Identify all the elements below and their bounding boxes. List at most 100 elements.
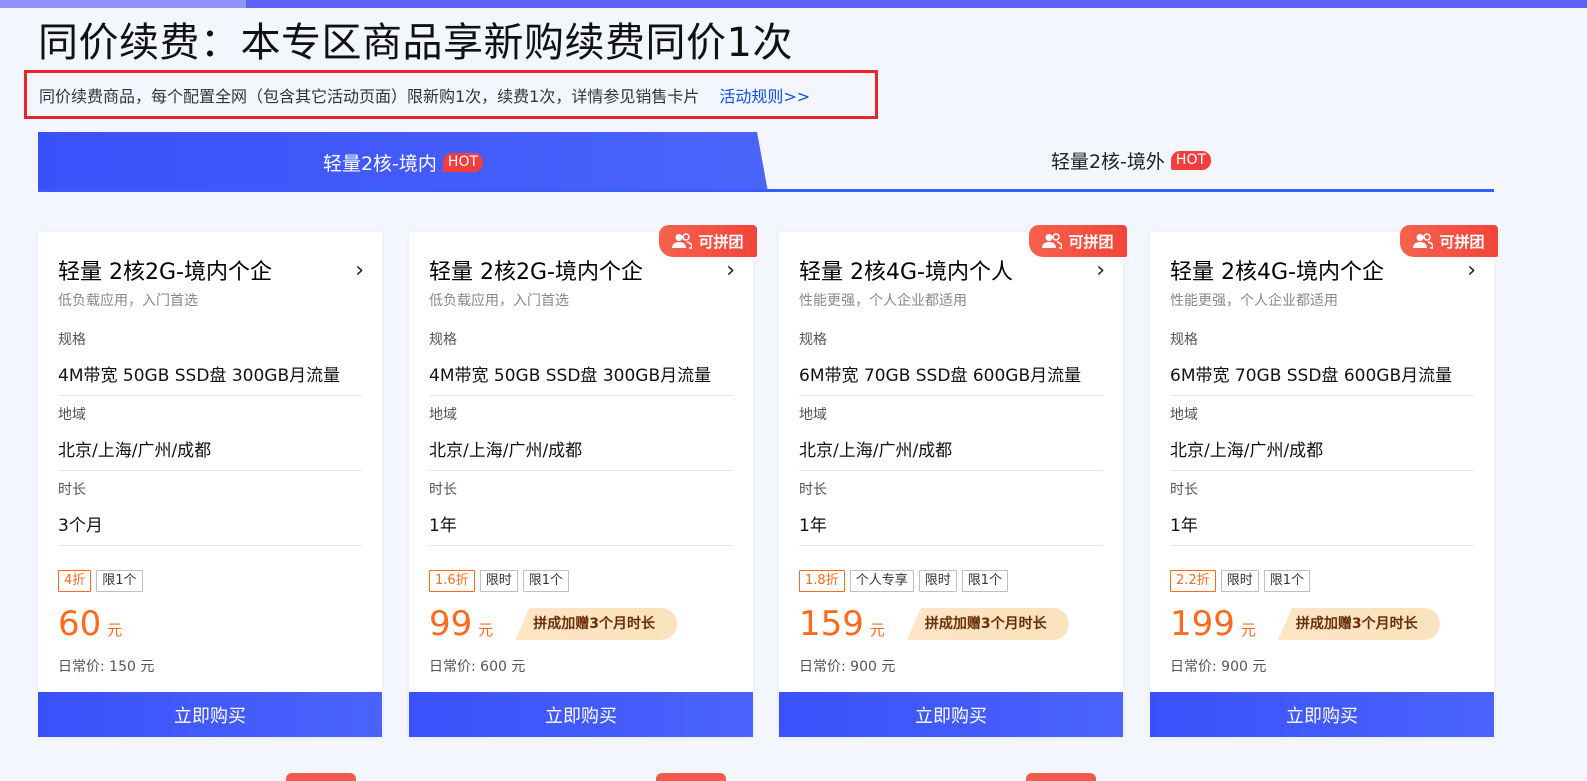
- region-value: 北京/上海/广州/成都: [58, 441, 212, 461]
- card-title: 轻量 2核2G-境内个企: [58, 260, 272, 285]
- spec-label: 规格: [429, 332, 457, 348]
- tag-list: 4折 限1个: [58, 570, 143, 592]
- buy-now-button[interactable]: 立即购买: [1150, 692, 1494, 737]
- spec-row: 规格 4M带宽 50GB SSD盘 300GB月流量: [429, 330, 733, 396]
- product-card[interactable]: 轻量 2核2G-境内个企 › 低负载应用，入门首选 规格 4M带宽 50GB S…: [409, 225, 757, 737]
- users-icon: [672, 233, 693, 249]
- region-row: 地域 北京/上海/广州/成都: [58, 405, 362, 471]
- duration-value: 1年: [799, 516, 827, 536]
- region-row: 地域 北京/上海/广州/成都: [1170, 405, 1474, 471]
- buy-now-button[interactable]: 立即购买: [779, 692, 1123, 737]
- card-title: 轻量 2核4G-境内个企: [1170, 260, 1384, 285]
- chevron-right-icon[interactable]: ›: [355, 258, 364, 283]
- tab-label: 轻量2核-境内: [322, 152, 437, 175]
- price-row: 159 元 拼成加赠3个月时长: [799, 604, 1069, 644]
- tag-list: 1.8折 个人专享 限时 限1个: [799, 570, 1008, 592]
- buy-now-button[interactable]: 立即购买: [409, 692, 753, 737]
- spec-value: 4M带宽 50GB SSD盘 300GB月流量: [58, 366, 341, 386]
- price-row: 199 元 拼成加赠3个月时长: [1170, 604, 1440, 644]
- group-badge-label: 可拼团: [1439, 232, 1485, 251]
- top-progress-bar: [0, 0, 1587, 8]
- tab-domestic[interactable]: 轻量2核-境内 HOT: [38, 132, 768, 192]
- price-row: 60 元: [58, 604, 122, 644]
- card-subtitle: 低负载应用，入门首选: [429, 293, 569, 309]
- discount-tag: 1.6折: [429, 570, 475, 592]
- regular-price: 日常价: 150 元: [58, 659, 155, 675]
- chevron-right-icon[interactable]: ›: [1467, 258, 1476, 283]
- group-buy-badge: 可拼团: [1029, 225, 1127, 257]
- page-title: 同价续费：本专区商品享新购续费同价1次: [38, 20, 793, 66]
- card-subtitle: 性能更强，个人企业都适用: [1170, 293, 1338, 309]
- duration-label: 时长: [58, 482, 86, 498]
- hot-badge: HOT: [442, 152, 484, 172]
- notice-text: 同价续费商品，每个配置全网（包含其它活动页面）限新购1次，续费1次，详情参见销售…: [39, 86, 700, 106]
- region-row: 地域 北京/上海/广州/成都: [429, 405, 733, 471]
- price-value: 199: [1170, 604, 1235, 644]
- card-header[interactable]: 轻量 2核2G-境内个企 ›: [58, 254, 364, 286]
- price-row: 99 元 拼成加赠3个月时长: [429, 604, 678, 644]
- chevron-right-icon[interactable]: ›: [726, 258, 735, 283]
- group-badge-label: 可拼团: [1068, 232, 1114, 251]
- price-unit: 元: [869, 621, 885, 639]
- tab-bar: 轻量2核-境内 HOT 轻量2核-境外 HOT: [38, 132, 1494, 192]
- discount-tag: 2.2折: [1170, 570, 1216, 592]
- duration-label: 时长: [799, 482, 827, 498]
- limit-tag: 限1个: [1263, 570, 1310, 592]
- spec-row: 规格 4M带宽 50GB SSD盘 300GB月流量: [58, 330, 362, 396]
- duration-row: 时长 1年: [1170, 480, 1474, 546]
- duration-label: 时长: [429, 482, 457, 498]
- buy-now-button[interactable]: 立即购买: [38, 692, 382, 737]
- duration-row: 时长 1年: [429, 480, 733, 546]
- duration-row: 时长 3个月: [58, 480, 362, 546]
- card-header[interactable]: 轻量 2核2G-境内个企 ›: [429, 254, 735, 286]
- spec-value: 4M带宽 50GB SSD盘 300GB月流量: [429, 366, 712, 386]
- tab-label: 轻量2核-境外: [1050, 151, 1165, 173]
- group-buy-badge: 可拼团: [1400, 225, 1498, 257]
- next-row-card-edge: [656, 773, 726, 781]
- discount-tag: 4折: [58, 570, 92, 592]
- price-value: 99: [429, 604, 473, 644]
- card-subtitle: 低负载应用，入门首选: [58, 293, 198, 309]
- price-value: 159: [799, 604, 864, 644]
- product-card[interactable]: 轻量 2核4G-境内个人 › 性能更强，个人企业都适用 规格 6M带宽 70GB…: [779, 225, 1127, 737]
- duration-row: 时长 1年: [799, 480, 1103, 546]
- group-buy-badge: 可拼团: [659, 225, 757, 257]
- regular-price: 日常价: 900 元: [799, 659, 896, 675]
- region-label: 地域: [58, 407, 86, 423]
- card-title: 轻量 2核4G-境内个人: [799, 260, 1013, 285]
- card-header[interactable]: 轻量 2核4G-境内个企 ›: [1170, 254, 1476, 286]
- limit-tag: 限1个: [96, 570, 143, 592]
- tab-overseas[interactable]: 轻量2核-境外 HOT: [768, 132, 1494, 189]
- activity-rules-link[interactable]: 活动规则>>: [719, 83, 810, 107]
- users-icon: [1042, 233, 1063, 249]
- product-card[interactable]: 轻量 2核4G-境内个企 › 性能更强，个人企业都适用 规格 6M带宽 70GB…: [1150, 225, 1498, 737]
- price-value: 60: [58, 604, 102, 644]
- region-value: 北京/上海/广州/成都: [799, 441, 953, 461]
- tag-list: 1.6折 限时 限1个: [429, 570, 569, 592]
- limit-tag: 个人专享: [849, 570, 914, 592]
- tag-list: 2.2折 限时 限1个: [1170, 570, 1310, 592]
- limit-tag: 限1个: [961, 570, 1008, 592]
- product-card[interactable]: 轻量 2核2G-境内个企 › 低负载应用，入门首选 规格 4M带宽 50GB S…: [38, 232, 382, 737]
- card-subtitle: 性能更强，个人企业都适用: [799, 293, 967, 309]
- notice-box: 同价续费商品，每个配置全网（包含其它活动页面）限新购1次，续费1次，详情参见销售…: [24, 70, 878, 119]
- spec-value: 6M带宽 70GB SSD盘 600GB月流量: [1170, 366, 1453, 386]
- group-badge-label: 可拼团: [698, 232, 744, 251]
- hot-badge: HOT: [1170, 151, 1212, 170]
- next-row-card-edge: [286, 773, 356, 781]
- region-row: 地域 北京/上海/广州/成都: [799, 405, 1103, 471]
- next-row-card-edge: [1026, 773, 1096, 781]
- limit-tag: 限时: [1220, 570, 1259, 592]
- price-unit: 元: [107, 621, 123, 639]
- spec-label: 规格: [799, 332, 827, 348]
- region-value: 北京/上海/广州/成都: [429, 441, 583, 461]
- chevron-right-icon[interactable]: ›: [1096, 258, 1105, 283]
- limit-tag: 限时: [479, 570, 518, 592]
- spec-value: 6M带宽 70GB SSD盘 600GB月流量: [799, 366, 1082, 386]
- card-title: 轻量 2核2G-境内个企: [429, 260, 643, 285]
- group-bonus-badge: 拼成加赠3个月时长: [515, 608, 678, 640]
- regular-price: 日常价: 900 元: [1170, 659, 1267, 675]
- price-unit: 元: [1240, 621, 1256, 639]
- card-header[interactable]: 轻量 2核4G-境内个人 ›: [799, 254, 1105, 286]
- spec-row: 规格 6M带宽 70GB SSD盘 600GB月流量: [799, 330, 1103, 396]
